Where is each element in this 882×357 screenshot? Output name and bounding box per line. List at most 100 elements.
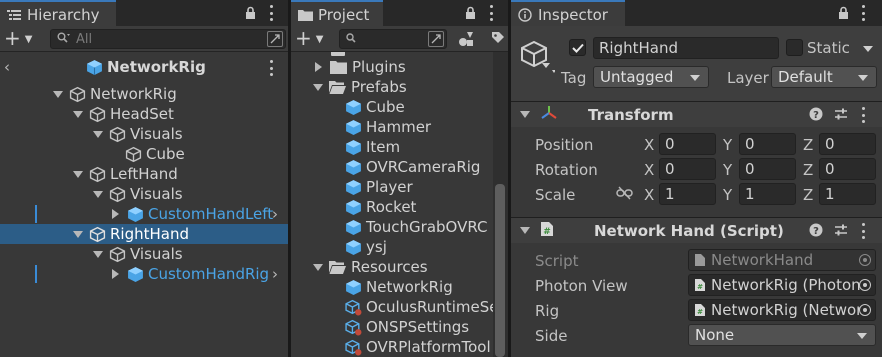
project-prefab-networkrig[interactable]: NetworkRig xyxy=(345,277,453,297)
presets-icon[interactable] xyxy=(834,107,848,125)
object-name-field[interactable]: RightHand xyxy=(593,37,779,59)
hierarchy-search-input[interactable]: All xyxy=(50,29,286,49)
rotation-z-axis-label[interactable]: Z xyxy=(803,161,813,179)
filter-by-type-icon[interactable] xyxy=(457,30,475,52)
tree-row-customhandleft[interactable]: CustomHandLeft xyxy=(110,204,273,224)
kebab-menu-icon[interactable] xyxy=(861,5,865,21)
side-dropdown[interactable]: None xyxy=(688,324,876,346)
foldout-open-icon[interactable] xyxy=(313,83,323,91)
tag-dropdown[interactable]: Untagged xyxy=(593,66,709,88)
component-kebab-menu-icon[interactable] xyxy=(861,107,865,123)
static-dropdown-arrow-icon[interactable] xyxy=(863,46,873,52)
project-prefab-touchgrab[interactable]: TouchGrabOVRC xyxy=(345,217,488,237)
foldout-open-icon[interactable] xyxy=(313,263,323,271)
project-prefab-cube[interactable]: Cube xyxy=(345,97,405,117)
filter-by-label-icon[interactable] xyxy=(491,31,505,49)
scale-z-axis-label[interactable]: Z xyxy=(803,186,813,204)
tree-row-networkrig[interactable]: NetworkRig xyxy=(53,84,177,104)
component-kebab-menu-icon[interactable] xyxy=(861,223,865,239)
tree-row-visuals[interactable]: Visuals xyxy=(93,244,183,264)
foldout-open-icon[interactable] xyxy=(520,227,530,234)
rotation-z-field[interactable]: 0 xyxy=(819,158,876,180)
kebab-menu-icon[interactable] xyxy=(269,5,273,21)
object-picker-icon[interactable] xyxy=(859,304,871,316)
position-x-field[interactable]: 0 xyxy=(659,133,716,155)
foldout-closed-icon[interactable] xyxy=(112,269,119,279)
foldout-open-icon[interactable] xyxy=(73,110,83,118)
tree-row-righthand-selected[interactable]: RightHand xyxy=(0,224,288,244)
position-z-axis-label[interactable]: Z xyxy=(803,136,813,154)
rotation-y-axis-label[interactable]: Y xyxy=(723,161,732,179)
layer-dropdown[interactable]: Default xyxy=(771,66,877,88)
foldout-open-icon[interactable] xyxy=(93,250,103,258)
project-prefab-ysj[interactable]: ysj xyxy=(345,237,387,257)
foldout-open-icon[interactable] xyxy=(73,170,83,178)
position-z-field[interactable]: 0 xyxy=(819,133,876,155)
project-prefab-player[interactable]: Player xyxy=(345,177,413,197)
gameobject-large-icon[interactable] xyxy=(519,38,556,78)
lock-icon[interactable] xyxy=(465,6,476,20)
scale-y-axis-label[interactable]: Y xyxy=(723,186,732,204)
tree-row-lefthand[interactable]: LeftHand xyxy=(73,164,178,184)
tree-row-customhandright[interactable]: CustomHandRigh xyxy=(110,264,270,284)
project-search-input[interactable] xyxy=(339,29,447,49)
project-asset-onspsettings[interactable]: ONSPSettings xyxy=(345,317,469,337)
search-expand-icon[interactable] xyxy=(267,31,283,47)
project-asset-ovrplatformtool[interactable]: OVRPlatformTool xyxy=(345,337,491,357)
project-scrollbar[interactable] xyxy=(495,184,505,357)
back-chevron-icon[interactable]: ‹ xyxy=(4,58,10,76)
help-icon[interactable]: ? xyxy=(809,107,823,125)
kebab-menu-icon[interactable] xyxy=(489,5,493,21)
help-icon[interactable]: ? xyxy=(809,223,823,241)
foldout-closed-icon[interactable] xyxy=(315,62,322,72)
project-folder-prefabs[interactable]: Prefabs xyxy=(313,77,407,97)
transform-header[interactable]: Transform ? xyxy=(511,101,882,127)
open-prefab-chevron-icon[interactable]: › xyxy=(272,205,278,223)
icon-dropdown-arrow-icon[interactable] xyxy=(542,63,550,68)
project-asset-oculusruntime[interactable]: OculusRuntimeSe xyxy=(345,297,496,317)
object-picker-icon[interactable] xyxy=(859,279,871,291)
position-y-axis-label[interactable]: Y xyxy=(723,136,732,154)
project-folder-plugins[interactable]: Plugins xyxy=(313,57,406,77)
rotation-y-field[interactable]: 0 xyxy=(739,158,796,180)
scale-x-axis-label[interactable]: X xyxy=(644,186,654,204)
rotation-x-axis-label[interactable]: X xyxy=(644,161,654,179)
scale-x-field[interactable]: 1 xyxy=(659,183,716,205)
tab-inspector[interactable]: Inspector xyxy=(511,0,625,27)
active-checkbox[interactable] xyxy=(569,39,586,56)
position-y-field[interactable]: 0 xyxy=(739,133,796,155)
foldout-open-icon[interactable] xyxy=(520,111,530,118)
create-dropdown-button[interactable]: + ▼ xyxy=(4,28,42,49)
search-expand-icon[interactable] xyxy=(428,31,444,47)
create-asset-dropdown-button[interactable]: + ▼ xyxy=(295,28,333,49)
project-prefab-hammer[interactable]: Hammer xyxy=(345,117,431,137)
tree-row-visuals[interactable]: Visuals xyxy=(93,184,183,204)
foldout-open-icon[interactable] xyxy=(93,190,103,198)
project-prefab-rocket[interactable]: Rocket xyxy=(345,197,416,217)
scene-kebab-menu-icon[interactable] xyxy=(269,60,273,76)
foldout-open-icon[interactable] xyxy=(93,130,103,138)
project-folder-resources[interactable]: Resources xyxy=(313,257,428,277)
lock-icon[interactable] xyxy=(838,6,849,20)
foldout-open-icon[interactable] xyxy=(73,230,83,238)
foldout-closed-icon[interactable] xyxy=(112,209,119,219)
tree-row-visuals[interactable]: Visuals xyxy=(93,124,183,144)
project-prefab-ovrcamerarig[interactable]: OVRCameraRig xyxy=(345,157,480,177)
tab-project[interactable]: Project xyxy=(291,0,383,27)
rotation-x-field[interactable]: 0 xyxy=(659,158,716,180)
photon-view-object-field[interactable]: # NetworkRig (Photon xyxy=(688,274,876,296)
rig-object-field[interactable]: # NetworkRig (Networ xyxy=(688,299,876,321)
tree-row-cube[interactable]: Cube xyxy=(125,144,185,164)
scale-z-field[interactable]: 1 xyxy=(819,183,876,205)
open-prefab-chevron-icon[interactable]: › xyxy=(272,265,278,283)
static-checkbox[interactable] xyxy=(786,39,803,56)
presets-icon[interactable] xyxy=(834,223,848,241)
network-hand-header[interactable]: # Network Hand (Script) ? xyxy=(511,217,882,243)
project-prefab-item[interactable]: Item xyxy=(345,137,400,157)
position-x-axis-label[interactable]: X xyxy=(644,136,654,154)
constrain-proportions-link-icon[interactable] xyxy=(616,186,633,204)
lock-icon[interactable] xyxy=(245,6,256,20)
foldout-open-icon[interactable] xyxy=(53,90,63,98)
tab-hierarchy[interactable]: Hierarchy xyxy=(0,0,116,27)
tree-row-headset[interactable]: HeadSet xyxy=(73,104,174,124)
